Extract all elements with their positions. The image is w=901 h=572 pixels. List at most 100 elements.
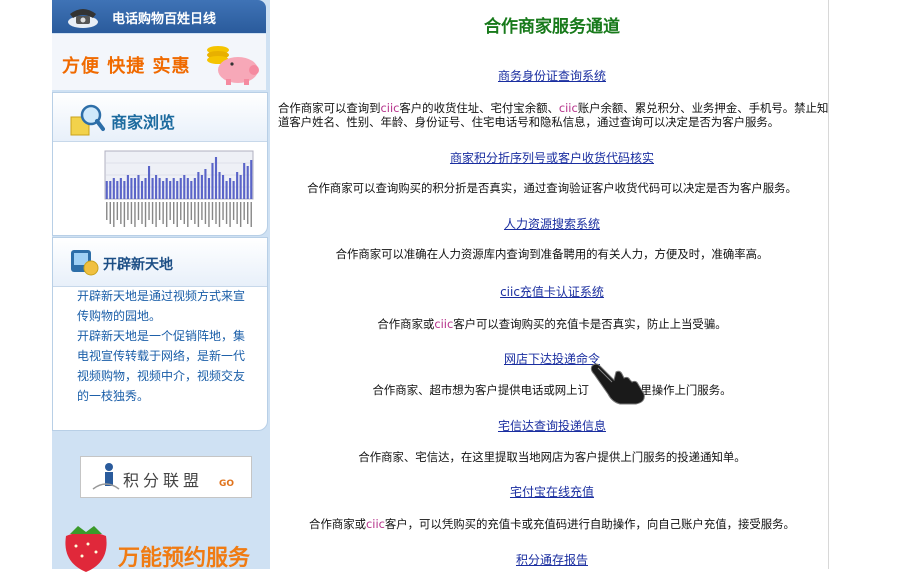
chart-tick-label — [116, 202, 119, 220]
main-content: 合作商家服务通道 商务身份证查询系统 合作商家可以查询到ciic客户的收货住址、… — [276, 0, 829, 569]
chart-tick-label — [127, 202, 129, 220]
desc-text: 客户，可以凭购买的充值卡或充值码进行自助操作，向自己账户充值，接受服务。 — [384, 517, 795, 531]
chart-tick-label — [222, 202, 224, 220]
chart-bar — [183, 175, 186, 199]
chart-bar — [243, 163, 246, 199]
chart-tick-label — [236, 202, 238, 224]
chart-tick-label — [151, 202, 154, 224]
strawberry-icon — [65, 526, 107, 572]
person-icon — [92, 463, 120, 490]
desc-text: 合作商家、宅信达，在这里提取当地网店为客户提供上门服务的投递通知单。 — [358, 450, 746, 464]
chart-tick-label — [109, 202, 111, 224]
chart-bar — [218, 172, 221, 199]
desc-ciic-card-auth: 合作商家或ciic客户可以查询购买的充值卡是否真实，防止上当受骗。 — [276, 317, 828, 331]
points-alliance-banner[interactable]: 积分联盟 GO — [80, 456, 252, 498]
chart-bar — [204, 169, 207, 199]
desc-text: 合作商家可以准确在人力资源库内查询到准备聘用的有关人力，方便及时，准确率高。 — [335, 247, 769, 261]
chart-bar — [162, 181, 165, 199]
chart-tick-label — [183, 202, 185, 224]
slogan-text: 方便 快捷 实惠 — [62, 56, 191, 77]
points-alliance-text: 积分联盟 — [123, 471, 204, 490]
desc-business-id-query: 合作商家可以查询到ciic客户的收货住址、宅付宝余额、ciic账户余额、累兑积分… — [278, 101, 830, 129]
chart-bar — [169, 181, 172, 199]
desc-text: 客户的收货住址、宅付宝余额、 — [399, 101, 559, 115]
new-world-desc-line: 开辟新天地是一个促销阵地，集电视宣传转载于网络，是新一代视频购物，视频中介，视频… — [77, 329, 246, 403]
chart-tick-label — [239, 202, 242, 227]
link-hr-search[interactable]: 人力资源搜索系统 — [276, 215, 828, 232]
chart-bar — [105, 181, 108, 199]
new-world-desc-line: 开辟新天地是通过视频方式来宣传购物的园地。 — [77, 289, 246, 323]
chart-bar — [229, 178, 232, 199]
link-zhaifubao-recharge[interactable]: 宅付宝在线充值 — [276, 483, 828, 500]
chart-tick-label — [106, 202, 108, 220]
pig-coins-icon — [207, 46, 259, 85]
chart-bar — [140, 181, 144, 199]
chart-bar — [246, 166, 249, 199]
link-zhaixinda-query[interactable]: 宅信达查询投递信息 — [276, 417, 828, 434]
chart-tick-label — [144, 202, 147, 227]
chart-bar — [158, 178, 161, 199]
chart-bar — [211, 163, 214, 199]
chart-bar — [126, 175, 129, 199]
new-world-title: 开辟新天地 — [103, 257, 173, 273]
hotline-header: 电话购物百姓日线 — [52, 0, 266, 33]
chart-bar — [165, 178, 168, 199]
chart-bar — [239, 175, 242, 199]
chart-bar — [225, 181, 228, 199]
link-points-deposit-report[interactable]: 积分通存报告 — [276, 551, 828, 568]
chart-tick-label — [176, 202, 178, 227]
chart-bar — [236, 172, 239, 199]
chart-bar — [207, 178, 211, 199]
link-business-id-query[interactable]: 商务身份证查询系统 — [276, 67, 828, 84]
chart-bar — [130, 178, 133, 199]
desc-text: 客户可以查询购买的充值卡是否真实，防止上当受骗。 — [453, 317, 727, 331]
merchant-stats-chart[interactable] — [97, 147, 257, 227]
chart-bar — [176, 181, 179, 199]
desc-text: 合作商家、超市想为客户提供电话或网上订 — [372, 383, 589, 397]
new-world-panel: 开辟新天地 开辟新天地是通过视频方式来宣传购物的园地。 开辟新天地是一个促销阵地… — [52, 237, 268, 431]
desc-points-serial-verify: 合作商家可以查询购买的积分折是否真实，通过查询验证客户收货代码可以决定是否为客户… — [276, 181, 828, 195]
chart-tick-label — [204, 202, 207, 224]
desc-text: 合作商家可以查询到 — [278, 101, 381, 115]
chart-bar — [123, 181, 126, 199]
chart-bar — [172, 178, 175, 199]
hand-cursor-icon — [590, 363, 645, 405]
desc-text: 合作商家或 — [309, 517, 367, 531]
chart-tick-label — [201, 202, 203, 220]
chart-bar — [197, 172, 200, 199]
chart-bar — [200, 175, 203, 199]
hotline-title: 电话购物百姓日线 — [112, 12, 217, 27]
link-shop-delivery-order[interactable]: 网店下达投递命令 — [276, 350, 828, 367]
chart-tick-label — [211, 202, 214, 220]
go-label: GO — [219, 479, 235, 489]
desc-zhaifubao-recharge: 合作商家或ciic客户，可以凭购买的充值卡或充值码进行自助操作，向自己账户充值，… — [276, 517, 828, 531]
chart-tick-label — [243, 202, 245, 220]
page-title: 合作商家服务通道 — [484, 17, 620, 37]
ciic-text: ciic — [380, 101, 400, 115]
chart-bar — [137, 175, 140, 199]
chart-bar — [147, 166, 151, 199]
chart-tick-label — [123, 202, 126, 227]
chart-bar — [155, 175, 158, 199]
desc-text: 合作商家或 — [377, 317, 435, 331]
merchant-browse-header: 商家浏览 — [53, 93, 267, 142]
link-ciic-card-auth[interactable]: ciic充值卡认证系统 — [276, 283, 828, 300]
new-world-header: 开辟新天地 — [53, 238, 267, 287]
ciic-text: ciic — [434, 317, 454, 331]
chart-tick-label — [173, 202, 175, 224]
link-points-serial-verify[interactable]: 商家积分折序列号或客户收货代码核实 — [276, 149, 828, 166]
chart-bar — [119, 178, 122, 199]
tv-icon — [71, 250, 99, 276]
chart-bar — [116, 181, 119, 199]
booking-service-text: 万能预约服务 — [118, 546, 251, 571]
booking-service-banner[interactable]: 万能预约服务 — [52, 518, 270, 572]
chart-tick-label — [134, 202, 136, 227]
chart-tick-label — [180, 202, 182, 220]
chart-bar — [186, 178, 189, 199]
chart-tick-label — [130, 202, 133, 224]
ciic-text: ciic — [366, 517, 385, 531]
chart-tick-label — [120, 202, 122, 224]
new-world-description: 开辟新天地是通过视频方式来宣传购物的园地。 开辟新天地是一个促销阵地，集电视宣传… — [77, 286, 253, 406]
chart-tick-label — [148, 202, 150, 220]
chart-tick-label — [197, 202, 200, 227]
